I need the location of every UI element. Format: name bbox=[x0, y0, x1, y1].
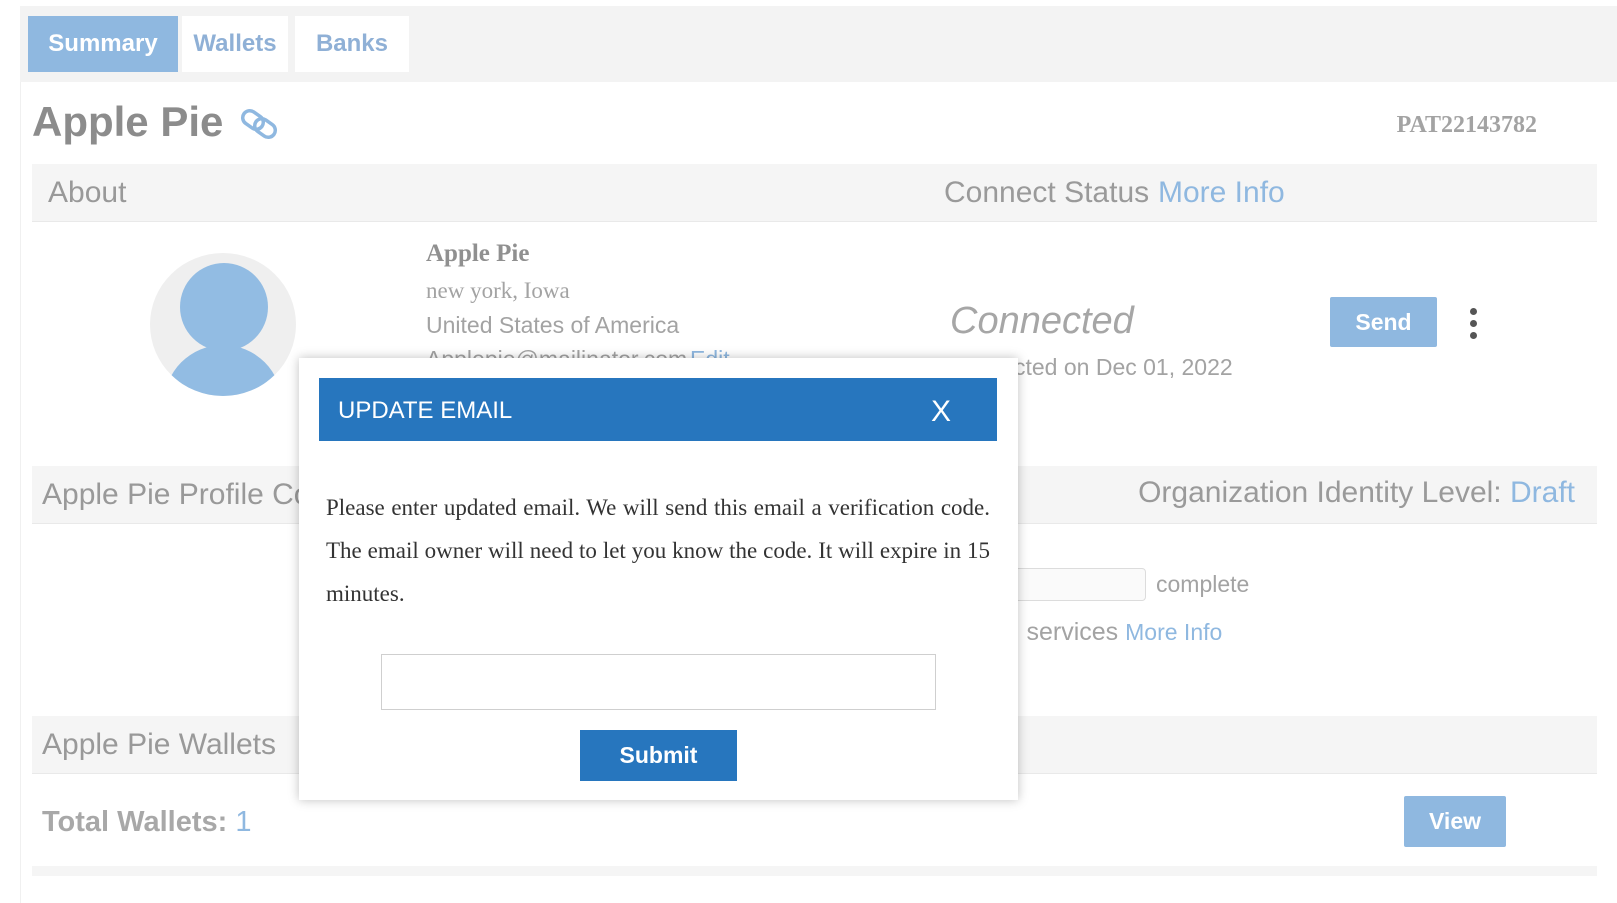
connect-status-more-info-link[interactable]: More Info bbox=[1158, 176, 1285, 210]
profile-country: United States of America bbox=[426, 312, 680, 338]
profile-city: new york, Iowa bbox=[426, 278, 570, 303]
total-wallets: Total Wallets: 1 bbox=[42, 806, 252, 839]
total-wallets-value: 1 bbox=[235, 806, 252, 838]
tab-summary[interactable]: Summary bbox=[28, 16, 178, 72]
page-title: Apple Pie bbox=[32, 98, 279, 146]
services-more-info-link[interactable]: More Info bbox=[1125, 619, 1222, 645]
avatar-head bbox=[180, 263, 268, 351]
more-options-icon[interactable] bbox=[1462, 306, 1486, 342]
tab-wallets[interactable]: Wallets bbox=[182, 16, 288, 72]
org-identity-value-link[interactable]: Draft bbox=[1510, 476, 1575, 509]
account-id: PAT22143782 bbox=[1396, 112, 1537, 138]
connected-date: cted on Dec 01, 2022 bbox=[1014, 354, 1233, 380]
profile-name: Apple Pie bbox=[426, 240, 530, 267]
wallets-label: Apple Pie Wallets bbox=[42, 728, 276, 761]
connection-status: Connected bbox=[950, 300, 1134, 342]
about-section-header: About Connect Status More Info bbox=[32, 164, 1597, 222]
tab-bar: Summary Wallets Banks bbox=[20, 6, 1617, 82]
email-input[interactable] bbox=[381, 654, 936, 710]
modal-title: UPDATE EMAIL bbox=[338, 397, 513, 424]
org-identity-level: Organization Identity Level: Draft bbox=[1138, 476, 1575, 510]
update-email-modal: UPDATE EMAIL X Please enter updated emai… bbox=[299, 358, 1018, 800]
bottom-divider bbox=[32, 866, 1597, 876]
link-icon bbox=[239, 104, 279, 140]
tab-banks[interactable]: Banks bbox=[295, 16, 409, 72]
view-wallets-button[interactable]: View bbox=[1404, 796, 1506, 847]
page: Summary Wallets Banks Apple Pie PAT22143… bbox=[0, 0, 1617, 903]
about-label: About bbox=[48, 176, 127, 209]
profile-completion-label: Apple Pie Profile Cor bbox=[42, 478, 321, 511]
submit-button[interactable]: Submit bbox=[580, 730, 737, 781]
connect-status-label: Connect Status bbox=[944, 176, 1150, 209]
services-label: l services bbox=[1014, 618, 1119, 646]
modal-message: Please enter updated email. We will send… bbox=[326, 495, 990, 606]
page-title-text: Apple Pie bbox=[32, 98, 224, 145]
modal-header: UPDATE EMAIL X bbox=[319, 378, 997, 441]
send-button[interactable]: Send bbox=[1330, 297, 1437, 347]
avatar bbox=[150, 253, 296, 396]
services-line: l services More Info bbox=[1014, 618, 1222, 647]
avatar-body bbox=[164, 345, 282, 396]
close-icon[interactable]: X bbox=[931, 395, 951, 429]
total-wallets-label: Total Wallets: bbox=[42, 806, 228, 838]
progress-complete-label: complete bbox=[1156, 571, 1250, 597]
profile-progress-bar bbox=[1000, 568, 1146, 601]
org-identity-label: Organization Identity Level: bbox=[1138, 476, 1502, 509]
